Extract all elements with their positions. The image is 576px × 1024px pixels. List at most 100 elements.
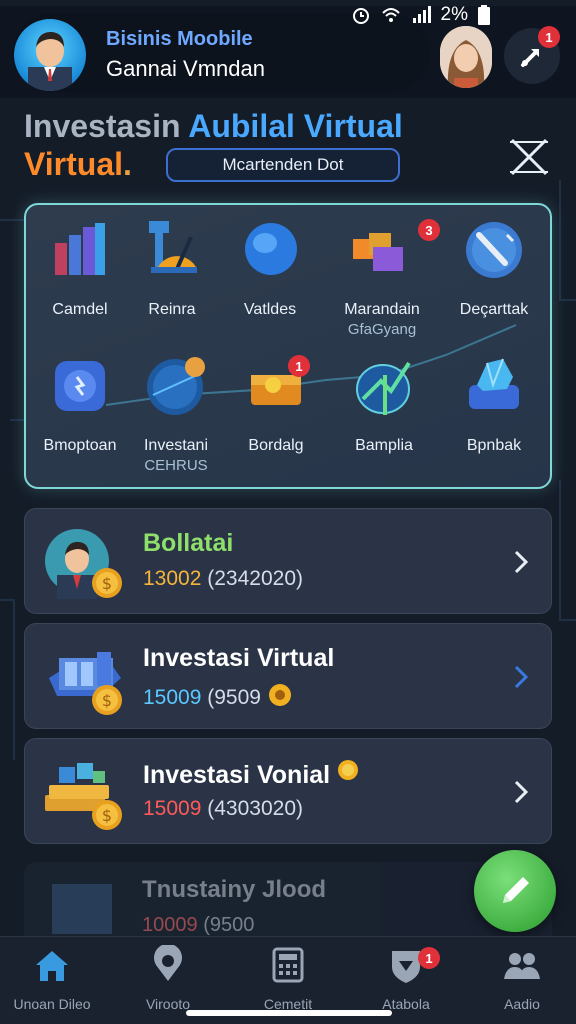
page-title-part1: Investasin [24,108,189,144]
grid-label: Reinra [148,301,196,318]
list-item-bollatai[interactable]: $ Bollatai 13002 (2342020) [24,508,552,614]
battery-icon [478,5,490,25]
status-bar: 2% [316,0,576,30]
grid-label-secondary: CEHRUS [144,457,208,474]
page-title-area: Investasin Aubilal Virtual Virtual. Mcar… [0,100,576,190]
users-icon [504,953,540,979]
grid-item-decarttak[interactable]: Deçarttak [440,219,548,320]
gear-icon [55,361,105,411]
chevron-right-icon [514,550,529,574]
location-icon [154,943,182,981]
nav-item-atabola[interactable]: 1 Atabola [356,945,456,1012]
gauge-icon [149,221,197,273]
app-title: Bisinis Moobile [106,28,253,50]
list-item-title-text: Investasi Vonial [143,761,331,789]
alarm-icon [352,8,369,24]
list-item-amount: 10009 [142,914,198,936]
gear-coin-icon [268,684,291,706]
svg-text:$: $ [102,806,112,825]
list-item-title: Bollatai [143,529,234,557]
pen-circle-icon [466,222,522,278]
page-title-part2: Aubilal Virtual [188,108,403,144]
grid-label: Bmoptoan [43,437,117,454]
nav-item-cemetit[interactable]: Cemetit [238,945,338,1012]
nav-badge: 1 [418,947,440,969]
nav-label: Unoan Dileo [13,996,91,1012]
grid-label-secondary: GfaGyang [347,321,417,338]
page-title: Investasin Aubilal Virtual [24,108,403,145]
edit-fab-button[interactable] [474,850,556,932]
close-icon[interactable] [506,134,552,180]
list-item-title: Investasi Virtual [143,644,335,672]
grid-item-vatldes[interactable]: Vatldes [216,219,324,320]
list-item-detail: (2342020) [207,567,303,590]
pencil-icon [503,877,529,903]
coin-icon [338,760,359,780]
calculator-icon [272,947,304,983]
home-indicator[interactable] [186,1010,392,1016]
signal-icon [412,6,431,23]
businessman-avatar-icon [28,31,72,91]
list-item-value: 10009 (9500 [142,914,254,937]
grid-item-bordalg[interactable]: 1 Bordalg [222,355,330,456]
home-icon [36,951,68,981]
list-item-value: 15009 (9509 [143,682,293,710]
svg-text:$: $ [102,574,112,593]
page-subtitle: Virtual. [24,146,132,183]
list-item-value: 15009 (4303020) [143,797,303,821]
businessman-avatar-icon: $ [45,529,122,599]
grid-label: Marandain [344,301,420,318]
wifi-icon [381,8,400,22]
list-item-investasi-vonial[interactable]: $ Investasi Vonial 15009 (4303020) [24,738,552,844]
list-item-value: 13002 (2342020) [143,567,303,591]
battery-percent: 2% [440,4,468,25]
secondary-avatar[interactable] [440,26,492,88]
page-subtitle-text: Virtual [24,146,123,182]
woman-avatar-icon [440,26,492,88]
nav-item-aadio[interactable]: Aadio [472,945,572,1012]
chevron-right-icon [514,665,529,689]
list-item-title: Tnustainy Jlood [142,876,327,903]
user-name: Gannai Vmndan [106,56,265,81]
grid-label: Vatldes [243,301,297,318]
svg-text:$: $ [102,691,112,710]
grid-label: Bordalg [248,437,304,454]
grid-label: Deçarttak [459,301,529,318]
globe-icon [147,357,205,415]
list-item-detail: (4303020) [207,797,303,820]
nav-item-home[interactable]: Unoan Dileo [2,945,102,1012]
server-icon [52,884,112,934]
grid-label: Bpnbak [466,437,522,454]
blue-orb-icon [245,223,297,275]
grid-item-investani[interactable]: Investani CEHRUS [122,355,230,476]
bar-chart-icon [55,223,105,275]
list-item-title: Investasi Vonial [143,759,359,790]
grid-item-badge: 1 [288,355,310,377]
list-item-amount: 13002 [143,567,202,590]
grid-item-reinra[interactable]: Reinra [118,219,226,320]
cubes-icon [353,233,403,271]
filter-button[interactable]: Mcartenden Dot [166,148,400,182]
chevron-right-icon [514,780,529,804]
list-item-detail: (9500 [203,914,255,936]
list-item-detail: (9509 [207,686,261,709]
user-avatar[interactable] [14,19,86,91]
features-grid: Camdel Reinra Vatldes 3 Marandain GfaGya… [24,203,552,489]
server-coin-icon: $ [49,652,122,715]
grid-item-bpnbak[interactable]: Bpnbak [440,355,548,456]
grid-item-bmoptoan[interactable]: Bmoptoan [26,355,134,456]
grid-item-bamplia[interactable]: Bamplia [330,355,438,456]
grid-item-marandain[interactable]: 3 Marandain GfaGyang [328,219,440,340]
cash-stack-icon: $ [45,763,122,830]
grid-label: Bamplia [355,437,413,454]
nav-item-virooto[interactable]: Virooto [118,943,218,1012]
list-item-amount: 15009 [143,797,202,820]
growth-sphere-icon [356,361,411,415]
grid-label: Investani [143,437,209,454]
page-subtitle-dot: . [123,146,132,182]
crystal-icon [469,358,519,409]
list-item-amount: 15009 [143,686,202,709]
grid-item-badge: 3 [418,219,440,241]
list-item-investasi-virtual[interactable]: $ Investasi Virtual 15009 (9509 [24,623,552,729]
nav-label: Aadio [504,996,540,1012]
